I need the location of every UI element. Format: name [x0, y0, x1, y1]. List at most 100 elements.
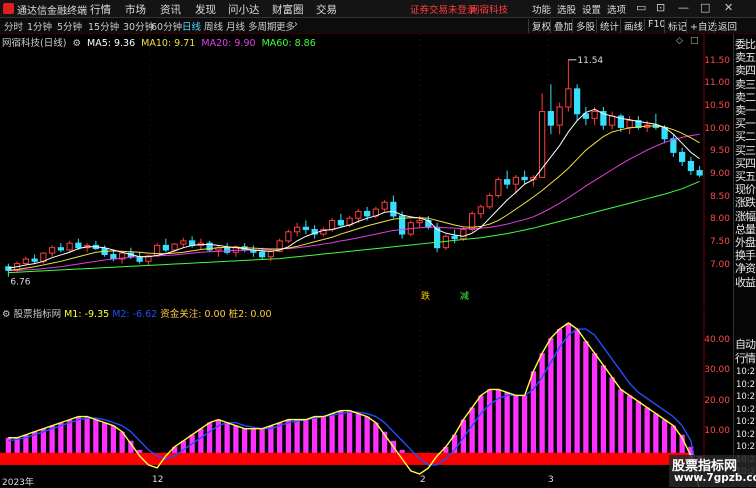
period-30min[interactable]: 30分钟: [123, 19, 154, 33]
m1-value: M1: -9.35: [64, 309, 110, 320]
chevron-right-icon[interactable]: ›: [294, 19, 298, 30]
mark-button[interactable]: 标记: [664, 19, 687, 33]
rights-adjust-button[interactable]: 复权: [528, 19, 551, 33]
tick-time: 10:27: [736, 392, 756, 402]
indicator-axis-label: 30.00: [704, 365, 730, 376]
maximize-icon[interactable]: □: [700, 1, 710, 14]
quote-field-label: 收益: [735, 275, 756, 289]
histogram-bar: [618, 389, 624, 462]
candle-body: [626, 120, 633, 128]
candlestick-chart[interactable]: 11.54 6.76 跌 减: [0, 34, 733, 304]
histogram-bar: [592, 353, 598, 462]
price-axis-label: 10.50: [704, 101, 730, 111]
expand-icon[interactable]: ◇: [676, 36, 683, 46]
settings-gear-icon[interactable]: ⚙: [72, 38, 81, 49]
ma5-line: [8, 108, 700, 269]
histogram-bar: [609, 377, 615, 462]
candle-body: [224, 247, 231, 253]
period-5min[interactable]: 5分钟: [57, 19, 82, 33]
candle-body: [22, 258, 29, 265]
add-watchlist-button[interactable]: +自选: [686, 19, 717, 33]
date-label-mar: 3: [548, 475, 554, 485]
period-1min[interactable]: 1分钟: [27, 19, 52, 33]
candle-body: [477, 206, 484, 215]
period-multi[interactable]: 多周期: [248, 19, 277, 33]
f10-button[interactable]: F10: [644, 19, 666, 30]
options-button[interactable]: 选项: [607, 2, 626, 16]
close-icon[interactable]: ✕: [724, 1, 733, 14]
indicator-chart[interactable]: [0, 305, 733, 487]
candle-body: [512, 176, 519, 185]
login-warning[interactable]: 证券交易未登录: [410, 2, 477, 16]
menu-wealth[interactable]: 财富圈: [272, 2, 304, 17]
histogram-bar: [539, 353, 545, 462]
menu-market[interactable]: 市场: [125, 2, 146, 17]
function-button[interactable]: 功能: [532, 2, 551, 16]
indicator-settings-icon[interactable]: ⚙: [2, 309, 11, 320]
price-axis-label: 10.00: [704, 123, 730, 134]
histogram-bar: [574, 329, 580, 462]
candle-body: [451, 235, 458, 240]
candle-body: [574, 88, 581, 115]
candle-body: [302, 226, 309, 231]
stock-picker-button[interactable]: 选股: [557, 2, 576, 16]
tick-time: 10:27: [736, 417, 756, 427]
candle-body: [180, 240, 187, 245]
price-axis-label: 11.50: [704, 55, 730, 66]
tick-time: 10:27: [736, 367, 756, 377]
multi-stock-button[interactable]: 多股: [572, 19, 595, 33]
date-label-year: 2023年: [2, 478, 34, 488]
ma60-value: MA60: 8.86: [261, 38, 316, 49]
candle-body: [425, 219, 432, 228]
attention-value: 资金关注: 0.00: [160, 309, 226, 320]
menu-discover[interactable]: 发现: [195, 2, 216, 17]
price-axis-label: 9.00: [709, 169, 730, 180]
candle-body: [687, 160, 694, 172]
candle-body: [285, 231, 292, 242]
marker-sell: 跌: [421, 291, 430, 302]
overlay-button[interactable]: 叠加: [550, 19, 573, 33]
candle-body: [259, 251, 266, 258]
stock-name-tag: 网宿科技: [470, 5, 509, 16]
marker-reduce: 减: [460, 290, 469, 302]
candle-body: [565, 88, 572, 108]
m2-value: M2: -6.62: [112, 309, 158, 320]
settings-button[interactable]: 设置: [582, 2, 601, 16]
histogram-bar: [600, 365, 606, 462]
ma20-value: MA20: 9.90: [201, 38, 256, 49]
collapse-icon[interactable]: □: [690, 36, 699, 46]
candle-body: [162, 244, 169, 251]
candle-body: [154, 244, 161, 257]
candle-body: [267, 250, 274, 258]
price-axis-label: 9.50: [709, 146, 730, 157]
price-axis-label: 7.00: [709, 259, 730, 270]
restore-icon[interactable]: ▭: [636, 1, 646, 14]
zero-band: [0, 452, 688, 465]
menu-trade[interactable]: 交易: [316, 2, 337, 17]
histogram-bar: [478, 395, 484, 462]
high-price-label: 11.54: [577, 56, 603, 66]
unknown-icon[interactable]: ⊡: [656, 1, 665, 14]
period-15min[interactable]: 15分钟: [88, 19, 119, 33]
period-more[interactable]: 更多: [276, 19, 295, 33]
menu-ask[interactable]: 问小达: [228, 2, 260, 17]
period-timeshare[interactable]: 分时: [4, 19, 23, 33]
period-60min[interactable]: 60分钟: [151, 19, 182, 33]
candle-body: [416, 219, 423, 224]
tick-time: 10:27: [736, 442, 756, 452]
period-weekly[interactable]: 周线: [204, 19, 223, 33]
low-price-label: 6.76: [10, 278, 30, 288]
menu-quotes[interactable]: 行情: [90, 2, 111, 17]
candle-body: [75, 242, 82, 249]
candle-body: [171, 243, 178, 251]
draw-line-button[interactable]: 画线: [620, 19, 643, 33]
statistics-button[interactable]: 统计: [596, 19, 619, 33]
tick-time: 10:27: [736, 379, 756, 390]
period-monthly[interactable]: 月线: [226, 19, 245, 33]
menu-news[interactable]: 资讯: [160, 2, 181, 17]
minimize-icon[interactable]: —: [678, 1, 689, 14]
candle-body: [381, 201, 388, 210]
period-daily[interactable]: 日线: [182, 19, 201, 33]
ma-legend: 网宿科技(日线) ⚙ MA5: 9.36 MA10: 9.71 MA20: 9.…: [2, 35, 319, 49]
back-button[interactable]: 返回: [714, 19, 737, 33]
